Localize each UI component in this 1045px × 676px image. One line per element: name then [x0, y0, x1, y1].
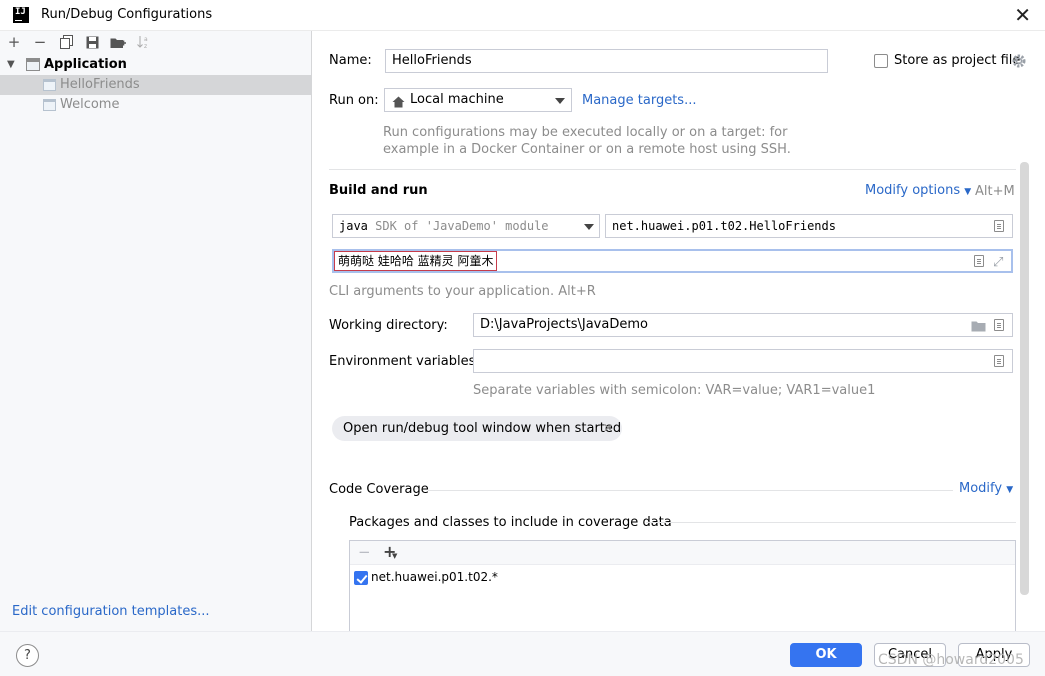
main-class-field[interactable]: net.huawei.p01.t02.HelloFriends	[605, 214, 1013, 238]
class-icon	[43, 99, 56, 111]
divider	[329, 169, 1016, 170]
title-bar: IJ Run/Debug Configurations ✕	[0, 0, 1045, 31]
jdk-dropdown[interactable]: java SDK of 'JavaDemo' module	[332, 214, 600, 238]
save-icon[interactable]	[83, 33, 101, 51]
tree-group-application[interactable]: ▼ Application	[0, 55, 312, 75]
browse-icon[interactable]	[994, 220, 1004, 232]
divider	[646, 522, 1016, 523]
home-icon	[392, 94, 405, 116]
name-field[interactable]: HelloFriends	[385, 49, 828, 73]
tree-item-hellofriends[interactable]: HelloFriends	[0, 75, 312, 95]
help-button[interactable]: ?	[16, 644, 39, 667]
main-class-value: net.huawei.p01.t02.HelloFriends	[612, 219, 836, 233]
environment-variables-hint: Separate variables with semicolon: VAR=v…	[473, 383, 876, 398]
working-directory-field[interactable]: D:\JavaProjects\JavaDemo	[473, 313, 1013, 337]
coverage-modify-link[interactable]: Modify ▼	[959, 481, 1013, 496]
chevron-down-icon[interactable]: ▼	[7, 55, 15, 75]
browse-icon[interactable]	[974, 255, 984, 267]
browse-icon[interactable]	[994, 355, 1004, 367]
coverage-item-checkbox[interactable]	[354, 571, 368, 585]
modify-options-shortcut: Alt+M	[975, 184, 1015, 199]
add-icon[interactable]: +	[5, 33, 23, 51]
environment-variables-label: Environment variables:	[329, 354, 480, 369]
coverage-subtitle: Packages and classes to include in cover…	[349, 515, 672, 530]
tree-item-welcome[interactable]: Welcome	[0, 95, 312, 115]
intellij-logo-icon: IJ	[13, 7, 29, 23]
divider	[428, 490, 953, 491]
sort-icon[interactable]: az	[135, 33, 153, 51]
coverage-toolbar: − + ▼	[350, 541, 1015, 565]
run-on-dropdown[interactable]: Local machine	[384, 88, 572, 112]
jdk-module-label: SDK of 'JavaDemo' module	[375, 219, 549, 233]
window-title: Run/Debug Configurations	[41, 7, 213, 22]
chevron-down-icon: ▼	[1006, 485, 1014, 495]
chevron-down-icon: ▼	[392, 552, 398, 560]
program-arguments-value: 萌萌哒 娃哈哈 蓝精灵 阿童木	[334, 251, 498, 271]
run-on-hint-line-2: example in a Docker Container or on a re…	[383, 142, 791, 157]
program-arguments-field[interactable]: 萌萌哒 娃哈哈 蓝精灵 阿童木 ⤢	[332, 249, 1013, 273]
close-icon[interactable]: ✕	[603, 416, 613, 441]
run-on-hint-line-1: Run configurations may be executed local…	[383, 125, 788, 140]
browse-icon[interactable]	[994, 319, 1004, 331]
jdk-java-label: java	[339, 219, 368, 233]
folder-add-icon[interactable]	[109, 33, 127, 51]
name-label: Name:	[329, 53, 372, 68]
remove-icon[interactable]: −	[31, 33, 49, 51]
remove-icon[interactable]: −	[358, 543, 371, 561]
environment-variables-field[interactable]	[473, 349, 1013, 373]
chevron-down-icon: ▼	[964, 187, 972, 197]
working-directory-label: Working directory:	[329, 318, 448, 333]
class-icon	[43, 79, 56, 91]
code-coverage-title: Code Coverage	[329, 482, 429, 497]
coverage-modify-label: Modify	[959, 481, 1003, 496]
chevron-down-icon	[584, 224, 594, 230]
folder-icon[interactable]	[971, 318, 986, 340]
modify-options-label: Modify options	[865, 183, 961, 198]
coverage-item-label: net.huawei.p01.t02.*	[371, 570, 498, 584]
working-directory-value: D:\JavaProjects\JavaDemo	[480, 317, 648, 332]
open-tool-window-label: Open run/debug tool window when started	[343, 421, 622, 436]
manage-targets-link[interactable]: Manage targets...	[582, 93, 696, 108]
cli-arguments-hint: CLI arguments to your application. Alt+R	[329, 284, 596, 299]
tree-item-label: HelloFriends	[60, 77, 140, 92]
svg-text:z: z	[144, 43, 147, 49]
modify-options-link[interactable]: Modify options ▼	[865, 183, 971, 198]
watermark: CSDN @howard2005	[878, 652, 1024, 668]
expand-icon[interactable]: ⤢	[993, 252, 1003, 274]
open-tool-window-chip[interactable]: Open run/debug tool window when started …	[332, 416, 622, 441]
run-on-label: Run on:	[329, 93, 379, 108]
sidebar-toolbar: + − az	[0, 31, 312, 53]
ok-button[interactable]: OK	[790, 643, 862, 667]
scrollbar[interactable]	[1020, 162, 1029, 595]
svg-text:a: a	[144, 36, 148, 43]
edit-templates-link[interactable]: Edit configuration templates...	[12, 604, 210, 619]
store-as-project-checkbox[interactable]	[874, 54, 888, 68]
build-and-run-title: Build and run	[329, 183, 428, 198]
configurations-sidebar: + − az ▼ Application HelloFriends Welcom…	[0, 31, 312, 631]
gear-icon[interactable]	[1012, 54, 1026, 68]
tree-group-label: Application	[44, 57, 127, 72]
chevron-down-icon	[555, 98, 565, 104]
application-icon	[26, 58, 40, 71]
copy-icon[interactable]	[57, 33, 75, 51]
tree-item-label: Welcome	[60, 97, 120, 112]
close-icon[interactable]: ✕	[1014, 3, 1031, 27]
store-as-project-label: Store as project file	[894, 53, 1021, 68]
dialog-footer: ? OK Cancel Apply CSDN @howard2005	[0, 631, 1045, 676]
coverage-list: − + ▼ net.huawei.p01.t02.*	[349, 540, 1016, 635]
run-on-value: Local machine	[410, 92, 504, 107]
